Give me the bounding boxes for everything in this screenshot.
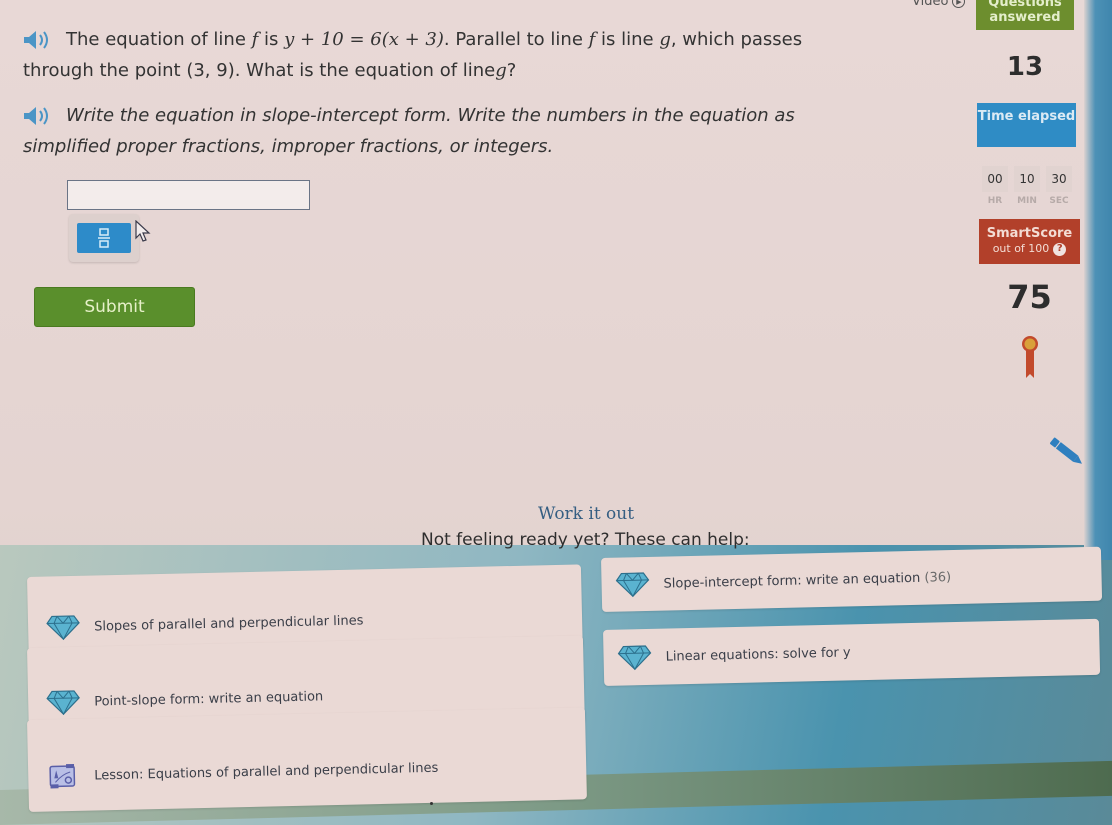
play-icon: ▶ — [952, 0, 966, 8]
questions-answered-count: 13 — [1006, 52, 1044, 82]
question-text-part: is line — [595, 29, 660, 50]
speaker-icon[interactable] — [22, 29, 54, 51]
timer-seconds: 30 — [1046, 166, 1072, 192]
instruction-text: Write the equation in slope-intercept fo… — [22, 100, 822, 162]
question-text-part: , which passes — [670, 29, 803, 50]
help-icon[interactable]: ? — [1053, 242, 1067, 256]
video-link[interactable]: Video ▶ — [912, 0, 966, 9]
equation-f: y + 10 = 6(x + 3) — [284, 29, 444, 50]
question-text: The equation of line f is y + 10 = 6(x +… — [22, 24, 822, 86]
question-text-part: through the point (3, 9). What is the eq… — [23, 60, 496, 81]
submit-button[interactable]: Submit — [34, 287, 195, 327]
lesson-icon — [49, 763, 76, 789]
time-elapsed-header: Time elapsed — [977, 103, 1076, 147]
timer-hours-label: HR — [987, 196, 1003, 206]
smartscore-label: SmartScore — [986, 226, 1073, 241]
mouse-cursor-icon — [135, 220, 151, 242]
instruction-line-2: simplified proper fractions, improper fr… — [22, 131, 822, 162]
question-text-part: . Parallel to line — [443, 29, 589, 50]
timer-minutes-label: MIN — [1017, 196, 1037, 206]
smartscore-sublabel: out of 100 — [992, 242, 1050, 255]
question-line-2: through the point (3, 9). What is the eq… — [22, 55, 822, 86]
help-prompt: Not feeling ready yet? These can help: — [421, 530, 750, 550]
timer-hours: 00 — [982, 166, 1008, 192]
instruction-text-part: Write the equation in slope-intercept fo… — [66, 105, 795, 126]
smartscore-value: 75 — [1007, 278, 1052, 316]
instruction-line-1: Write the equation in slope-intercept fo… — [22, 100, 822, 131]
speaker-icon[interactable] — [22, 105, 54, 127]
math-keypad-tray — [69, 214, 139, 262]
help-card-label: Slopes of parallel and perpendicular lin… — [93, 612, 364, 634]
answer-input[interactable] — [67, 180, 310, 210]
help-card-label: Slope-intercept form: write an equation — [663, 570, 921, 592]
award-ribbon-icon — [1022, 336, 1038, 378]
help-card-lesson[interactable]: Lesson: Equations of parallel and perpen… — [27, 707, 587, 812]
fraction-icon — [98, 228, 110, 248]
help-card-label: Lesson: Equations of parallel and perpen… — [94, 760, 439, 783]
instruction-text-part: simplified proper fractions, improper fr… — [23, 136, 554, 157]
question-text-part: ? — [506, 60, 517, 81]
dust-speck — [430, 802, 433, 805]
pencil-icon[interactable] — [1046, 432, 1088, 472]
help-card-label: Linear equations: solve for y — [665, 644, 851, 665]
right-edge-border — [1084, 0, 1112, 560]
timer: 00 10 30 HR MIN SEC — [982, 166, 1078, 206]
work-it-out-heading: Work it out — [538, 504, 635, 524]
line-g-var: g — [495, 60, 507, 81]
help-card-label: Point-slope form: write an equation — [94, 688, 324, 709]
help-card-slope-intercept[interactable]: Slope-intercept form: write an equation … — [601, 546, 1103, 612]
diamond-icon — [617, 645, 652, 671]
questions-answered-header: Questions answered — [976, 0, 1074, 30]
video-label: Video — [912, 0, 949, 9]
line-g-var: g — [659, 29, 671, 50]
question-line-1: The equation of line f is y + 10 = 6(x +… — [22, 24, 822, 55]
diamond-icon — [46, 615, 80, 641]
fraction-button[interactable] — [77, 223, 131, 253]
diamond-icon — [46, 690, 80, 716]
timer-minutes: 10 — [1014, 166, 1040, 192]
help-card-linear-equations[interactable]: Linear equations: solve for y — [603, 618, 1101, 686]
timer-seconds-label: SEC — [1049, 196, 1069, 206]
help-card-count: (36) — [924, 569, 952, 586]
smartscore-header: SmartScore out of 100 ? — [979, 219, 1080, 264]
diamond-icon — [615, 572, 650, 598]
question-text-part: The equation of line — [66, 29, 252, 50]
question-text-part: is — [258, 29, 285, 50]
